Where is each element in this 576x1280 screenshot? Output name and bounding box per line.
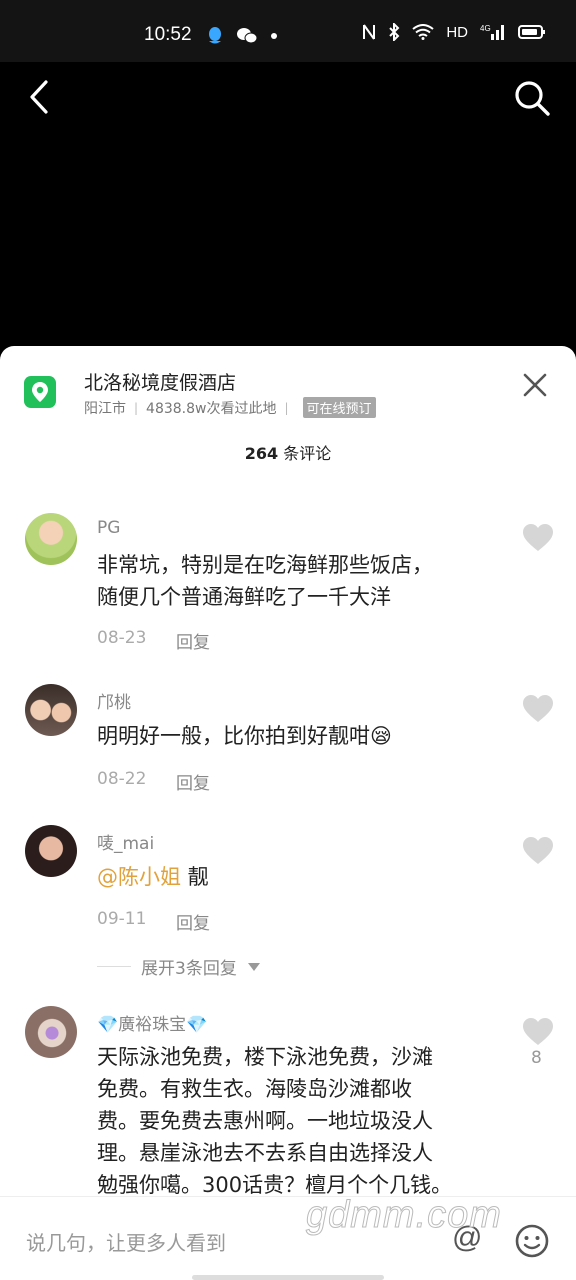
location-pin-icon (24, 376, 56, 408)
dot-icon (271, 33, 277, 39)
triangle-down-icon (247, 962, 260, 971)
comment-text-line: 随便几个普通海鲜吃了一千大洋 (97, 585, 391, 609)
location-visits: 4838.8w次看过此地 (146, 400, 277, 417)
comment-text-line: 理。悬崖泳池去不去系自由选择没人 (97, 1141, 433, 1165)
wechat-icon (237, 28, 258, 44)
expand-divider (97, 966, 131, 967)
avatar[interactable] (25, 825, 77, 877)
video-area[interactable] (0, 62, 576, 362)
meta-separator: | (134, 400, 139, 415)
avatar[interactable] (25, 513, 77, 565)
comment-text-body: 靓 (181, 865, 209, 889)
comment-text-body: 明明好一般，比你拍到好靓咁 (97, 724, 370, 748)
mention-link[interactable]: @陈小姐 (97, 865, 181, 889)
like-heart-icon[interactable] (522, 836, 554, 866)
comment-text: @陈小姐 靓 (97, 861, 497, 893)
comment-author[interactable]: PG (97, 518, 120, 538)
status-system-icons: HD 4G (362, 23, 546, 41)
comment-sheet: 北洛秘境度假酒店 阳江市 | 4838.8w次看过此地 | 可在线预订 264 … (0, 346, 576, 1280)
comment-text-line: 费。要免费去惠州啊。一地垃圾没人 (97, 1109, 433, 1133)
like-heart-icon[interactable] (522, 523, 554, 553)
comment-text-line: 免费。有救生衣。海陵岛沙滩都收 (97, 1077, 412, 1101)
comment-text-line: 天际泳池免费，楼下泳池免费，沙滩 (97, 1045, 433, 1069)
comment-input[interactable]: 说几句，让更多人看到 (26, 1227, 226, 1256)
wifi-icon (412, 24, 434, 40)
comment-count-suffix: 条评论 (278, 444, 332, 463)
comment-text: 天际泳池免费，楼下泳池免费，沙滩 免费。有救生衣。海陵岛沙滩都收 费。要免费去惠… (97, 1041, 497, 1201)
comment-author[interactable]: 邝桃 (97, 688, 131, 713)
online-booking-badge[interactable]: 可在线预订 (302, 397, 376, 418)
expand-replies-button[interactable]: 展开3条回复 (97, 954, 261, 979)
reply-button[interactable]: 回复 (176, 909, 210, 934)
hd-label: HD (446, 23, 468, 41)
status-time: 10:52 (144, 24, 192, 45)
like-heart-icon[interactable] (522, 694, 554, 724)
comment-date: 09-11 (97, 909, 147, 929)
meta-separator: | (284, 400, 289, 415)
like-count: 8 (531, 1048, 542, 1068)
like-heart-icon[interactable] (522, 1017, 554, 1047)
bluetooth-icon (389, 23, 400, 41)
comment-date: 08-23 (97, 628, 147, 648)
nfc-icon (363, 24, 376, 40)
expand-replies-label: 展开3条回复 (141, 959, 237, 979)
status-bar: 10:52 HD 4G (0, 0, 576, 62)
comment-date: 08-22 (97, 769, 147, 789)
comment-text: 明明好一般，比你拍到好靓咁😪 (97, 720, 497, 752)
comment-count-number: 264 (244, 444, 279, 463)
comment-author[interactable]: 唛_mai (97, 829, 154, 854)
close-icon[interactable] (520, 370, 550, 400)
location-meta: 阳江市 | 4838.8w次看过此地 | 可在线预订 (84, 397, 376, 418)
comment-text: 非常坑，特别是在吃海鲜那些饭店， 随便几个普通海鲜吃了一千大洋 (97, 549, 497, 613)
reply-button[interactable]: 回复 (176, 628, 210, 653)
comment-count: 264 条评论 (0, 440, 576, 464)
location-city: 阳江市 (84, 400, 126, 417)
battery-icon (518, 25, 545, 39)
search-icon[interactable] (512, 78, 552, 118)
svg-text:4G: 4G (480, 24, 491, 33)
home-indicator (192, 1275, 384, 1280)
avatar[interactable] (25, 684, 77, 736)
emoji-icon[interactable] (514, 1223, 550, 1259)
back-arrow-icon[interactable] (22, 78, 56, 116)
comment-author[interactable]: 💎廣裕珠宝💎 (97, 1010, 207, 1035)
signal-icon: 4G (480, 24, 504, 40)
status-notification-icons (206, 26, 278, 46)
location-title[interactable]: 北洛秘境度假酒店 (84, 368, 236, 395)
reply-button[interactable]: 回复 (176, 769, 210, 794)
comment-text-line: 非常坑，特别是在吃海鲜那些饭店， (97, 553, 433, 577)
avatar[interactable] (25, 1006, 77, 1058)
watermark: gdmm.com (306, 1194, 502, 1237)
qq-icon (209, 27, 221, 44)
sleepy-emoji: 😪 (370, 724, 392, 748)
